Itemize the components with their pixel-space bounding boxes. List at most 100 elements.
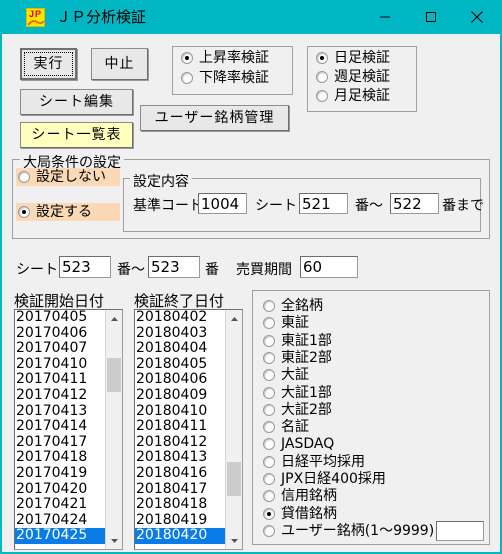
list-item[interactable]: 20180416 bbox=[135, 465, 225, 482]
list-item[interactable]: 20180409 bbox=[135, 387, 225, 404]
list-item[interactable]: 20170417 bbox=[15, 434, 105, 451]
radio-market-6[interactable]: 大証2部 bbox=[263, 403, 332, 417]
radio-dot-icon bbox=[263, 334, 275, 347]
list-item[interactable]: 20180410 bbox=[135, 403, 225, 420]
close-icon bbox=[471, 11, 483, 23]
end-date-listbox[interactable]: 20180402 20180403 20180404 20180405 20180406… bbox=[134, 309, 243, 550]
start-date-scrollbar[interactable] bbox=[105, 310, 122, 549]
radio-market-5[interactable]: 大証1部 bbox=[263, 386, 332, 400]
sheet-edit-button-label: シート編集 bbox=[39, 94, 114, 110]
radio-do-setting[interactable]: 設定する bbox=[16, 203, 120, 221]
list-item[interactable]: 20170421 bbox=[15, 497, 105, 513]
radio-rise-rate[interactable]: 上昇率検証 bbox=[181, 51, 269, 65]
list-item[interactable]: 20170414 bbox=[15, 419, 105, 435]
start-date-listbox[interactable]: 20170405 20170406 20170407 20170410 20170411… bbox=[14, 309, 123, 550]
radio-market-2[interactable]: 東証1部 bbox=[263, 334, 332, 348]
end-date-list-items[interactable]: 20180402 20180403 20180404 20180405 20180406… bbox=[135, 310, 225, 549]
user-stock-manage-button-label: ユーザー銘柄管理 bbox=[154, 110, 275, 126]
radio-market-3[interactable]: 東証2部 bbox=[263, 351, 332, 365]
minimize-button[interactable] bbox=[362, 2, 408, 32]
radio-dot-icon bbox=[316, 90, 328, 102]
user-stock-manage-button[interactable]: ユーザー銘柄管理 bbox=[140, 105, 289, 131]
market-radio-panel: 全銘柄東証東証1部東証2部大証大証1部 大証2部名証 JASDAQ 日経平均採用 JPX… bbox=[252, 290, 490, 545]
close-button[interactable] bbox=[454, 2, 500, 32]
trade-period-input[interactable]: 60 bbox=[300, 256, 358, 278]
radio-market-8[interactable]: JASDAQ bbox=[263, 437, 334, 451]
minimize-icon bbox=[380, 16, 390, 18]
radio-market-9[interactable]: 日経平均採用 bbox=[263, 455, 365, 469]
list-item[interactable]: 20180411 bbox=[135, 419, 225, 435]
scroll-up-icon[interactable] bbox=[106, 310, 122, 327]
list-item[interactable]: 20180403 bbox=[135, 325, 225, 342]
radio-dot-icon bbox=[181, 72, 193, 84]
stop-button[interactable]: 中止 bbox=[91, 48, 148, 80]
end-date-scrollbar[interactable] bbox=[225, 310, 242, 549]
scroll-down-icon[interactable] bbox=[106, 532, 122, 549]
scroll-thumb[interactable] bbox=[227, 462, 241, 497]
radio-market-13[interactable]: ユーザー銘柄(1～9999) bbox=[263, 524, 434, 538]
sheet-list-button[interactable]: シート一覧表 bbox=[20, 122, 133, 148]
radio-dot-icon bbox=[263, 300, 275, 312]
maximize-button[interactable] bbox=[408, 2, 454, 32]
radio-monthly[interactable]: 月足検証 bbox=[316, 89, 390, 103]
scroll-thumb[interactable] bbox=[107, 357, 121, 392]
user-stock-code-input[interactable] bbox=[436, 521, 484, 541]
sheet-edit-button[interactable]: シート編集 bbox=[20, 89, 133, 115]
list-item[interactable]: 20180406 bbox=[135, 372, 225, 388]
list-item[interactable]: 20170407 bbox=[15, 341, 105, 357]
list-item[interactable]: 20170411 bbox=[15, 372, 105, 388]
list-item[interactable]: 20170418 bbox=[15, 450, 105, 466]
trade-period-label: 売買期間 bbox=[236, 262, 292, 278]
scroll-up-icon[interactable] bbox=[226, 310, 242, 327]
list-item[interactable]: 20170410 bbox=[15, 356, 105, 373]
sheet-from-input-2[interactable]: 523 bbox=[59, 256, 111, 278]
radio-dot-icon bbox=[18, 206, 30, 218]
radio-dot-icon bbox=[263, 386, 275, 399]
list-item[interactable]: 20180404 bbox=[135, 341, 225, 357]
list-item[interactable]: 20170412 bbox=[15, 387, 105, 404]
radio-market-11[interactable]: 信用銘柄 bbox=[263, 489, 337, 503]
list-item[interactable]: 20170406 bbox=[15, 325, 105, 342]
radio-market-7[interactable]: 名証 bbox=[263, 420, 309, 434]
start-date-list-items[interactable]: 20170405 20170406 20170407 20170410 20170411… bbox=[15, 310, 105, 549]
radio-fall-rate[interactable]: 下降率検証 bbox=[181, 71, 269, 85]
radio-market-10[interactable]: JPX日経400採用 bbox=[263, 472, 386, 486]
list-item[interactable]: 20170424 bbox=[15, 512, 105, 529]
list-item[interactable]: 20170420 bbox=[15, 481, 105, 498]
radio-market-4[interactable]: 大証 bbox=[263, 368, 309, 382]
radio-daily[interactable]: 日足検証 bbox=[316, 51, 390, 65]
range-suffix-label-2: 番 bbox=[205, 262, 219, 278]
radio-market-label: 大証2部 bbox=[281, 401, 332, 418]
list-item[interactable]: 20180405 bbox=[135, 356, 225, 373]
radio-no-setting[interactable]: 設定しない bbox=[16, 168, 120, 186]
list-item[interactable]: 20180412 bbox=[135, 434, 225, 451]
list-item[interactable]: 20170419 bbox=[15, 465, 105, 482]
list-item[interactable]: 20180420 bbox=[135, 528, 225, 544]
radio-market-label: 貸借銘柄 bbox=[281, 505, 337, 522]
list-item[interactable]: 20180402 bbox=[135, 310, 225, 326]
scroll-down-icon[interactable] bbox=[226, 532, 242, 549]
list-item[interactable]: 20170413 bbox=[15, 403, 105, 420]
range-label-2: 番～ bbox=[117, 262, 145, 278]
radio-market-1[interactable]: 東証 bbox=[263, 316, 309, 330]
radio-market-label: JASDAQ bbox=[281, 436, 335, 453]
list-item[interactable]: 20180417 bbox=[135, 481, 225, 498]
list-item[interactable]: 20170425 bbox=[15, 528, 105, 544]
run-button[interactable]: 実行 bbox=[20, 48, 77, 80]
radio-market-label: 東証 bbox=[281, 315, 309, 332]
radio-weekly[interactable]: 週足検証 bbox=[316, 70, 390, 84]
radio-dot-icon bbox=[263, 490, 275, 503]
range-suffix-label-1: 番まで bbox=[442, 198, 484, 214]
list-item[interactable]: 20180419 bbox=[135, 512, 225, 529]
base-code-input[interactable]: 1004 bbox=[198, 193, 247, 214]
radio-no-setting-label: 設定しない bbox=[36, 169, 106, 185]
list-item[interactable]: 20170405 bbox=[15, 310, 105, 326]
list-item[interactable]: 20180413 bbox=[135, 450, 225, 466]
list-item[interactable]: 20180418 bbox=[135, 497, 225, 513]
sheet-to-input-1[interactable]: 522 bbox=[390, 193, 439, 214]
sheet-from-input-1[interactable]: 521 bbox=[299, 193, 348, 214]
radio-dot-icon bbox=[263, 438, 275, 451]
sheet-to-input-2[interactable]: 523 bbox=[148, 256, 200, 278]
radio-market-0[interactable]: 全銘柄 bbox=[263, 299, 323, 313]
radio-market-12[interactable]: 貸借銘柄 bbox=[263, 507, 337, 521]
